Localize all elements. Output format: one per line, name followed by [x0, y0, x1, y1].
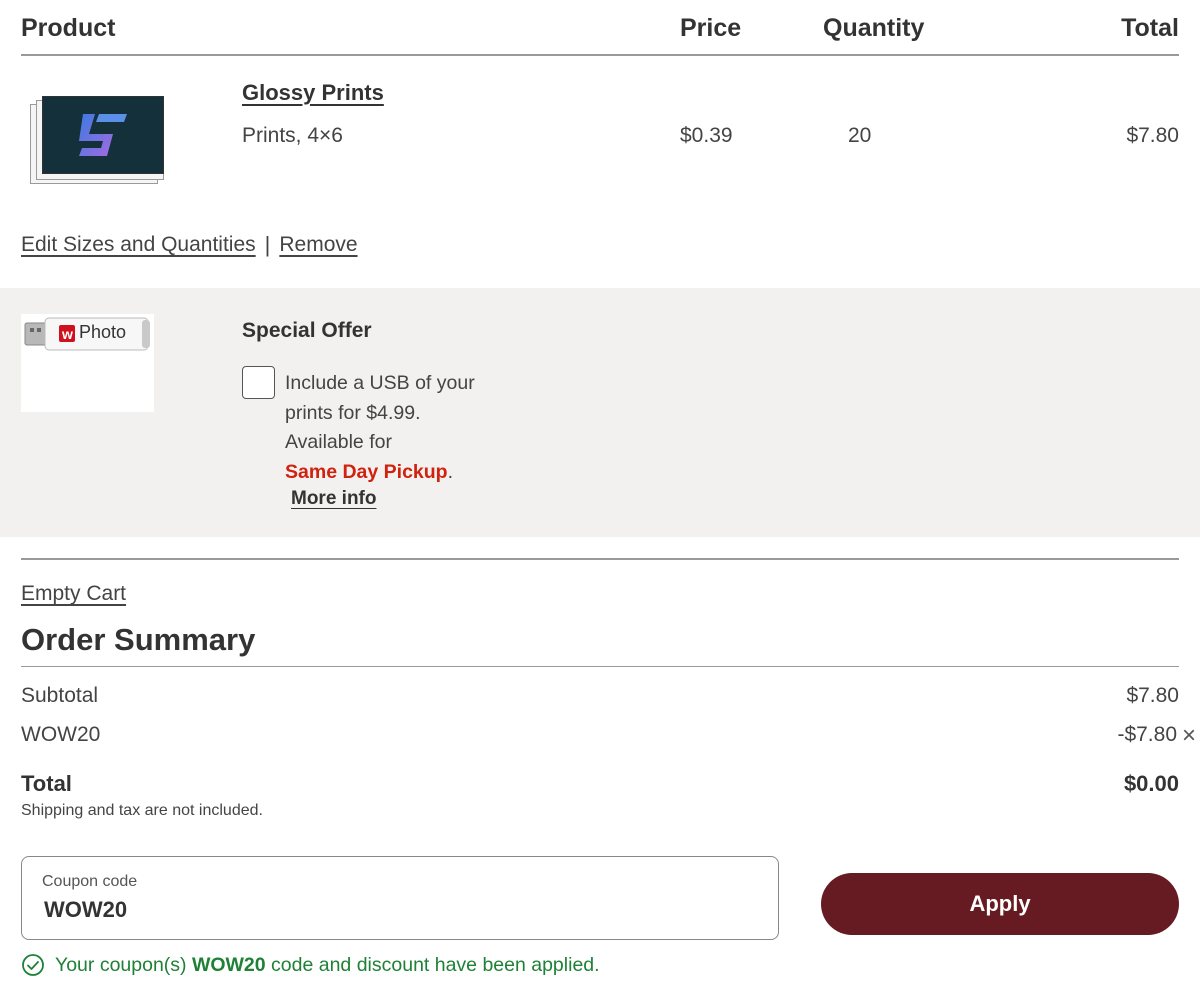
- product-subtitle: Prints, 4×6: [242, 124, 343, 147]
- header-divider: [21, 54, 1179, 56]
- item-price: $0.39: [680, 124, 733, 147]
- offer-period: .: [447, 460, 454, 483]
- check-circle-icon: [22, 954, 44, 976]
- usb-offer-checkbox[interactable]: [242, 366, 275, 399]
- apply-button[interactable]: Apply: [821, 873, 1179, 935]
- offer-line-1: Include a USB of your: [285, 372, 475, 394]
- offer-line-4: Same Day Pickup.: [285, 458, 545, 488]
- order-summary-title: Order Summary: [21, 622, 256, 657]
- message-code: WOW20: [191, 953, 266, 976]
- shipping-tax-note: Shipping and tax are not included.: [21, 802, 263, 819]
- remove-link[interactable]: Remove: [279, 233, 357, 257]
- coupon-input[interactable]: [44, 897, 744, 923]
- print-card-front: [42, 96, 164, 174]
- message-suffix: code and discount have been applied.: [265, 953, 600, 976]
- offer-line-3: Available for: [285, 431, 392, 453]
- special-offer-description: Include a USB of your prints for $4.99. …: [285, 369, 545, 487]
- coupon-field[interactable]: Coupon code: [21, 856, 779, 940]
- svg-text:w: w: [61, 326, 73, 342]
- same-day-pickup-text: Same Day Pickup: [285, 460, 448, 483]
- coupon-success-message: Your coupon(s) WOW20 code and discount h…: [21, 953, 600, 977]
- header-quantity: Quantity: [823, 14, 925, 42]
- total-value: $0.00: [1123, 771, 1179, 796]
- discount-label: WOW20: [21, 723, 101, 746]
- product-thumbnail[interactable]: [30, 92, 170, 184]
- offer-divider: [21, 558, 1179, 560]
- item-total: $7.80: [1126, 124, 1179, 147]
- usb-product-image: w Photo: [21, 314, 154, 412]
- special-offer-panel: [0, 288, 1200, 537]
- item-actions: Edit Sizes and Quantities | Remove: [21, 232, 358, 258]
- special-offer-title: Special Offer: [242, 319, 372, 342]
- subtotal-label: Subtotal: [21, 684, 99, 707]
- message-prefix: Your coupon(s): [55, 953, 192, 976]
- product-title-link[interactable]: Glossy Prints: [242, 80, 384, 106]
- header-price: Price: [680, 14, 742, 42]
- header-product: Product: [21, 14, 116, 42]
- empty-cart-link[interactable]: Empty Cart: [21, 582, 126, 606]
- discount-value: -$7.80: [1117, 723, 1177, 746]
- subtotal-value: $7.80: [1126, 684, 1179, 707]
- header-total: Total: [1121, 14, 1179, 42]
- logo-icon: [79, 114, 127, 156]
- coupon-label: Coupon code: [42, 873, 138, 890]
- remove-discount-icon[interactable]: ×: [1178, 722, 1200, 750]
- offer-line-2: prints for $4.99.: [285, 401, 421, 424]
- summary-divider: [21, 666, 1179, 667]
- item-quantity: 20: [848, 124, 872, 147]
- more-info-link[interactable]: More info: [291, 488, 377, 510]
- edit-sizes-link[interactable]: Edit Sizes and Quantities: [21, 233, 256, 257]
- total-label: Total: [21, 771, 72, 796]
- action-separator: |: [264, 232, 271, 257]
- usb-brand-text: Photo: [79, 322, 127, 342]
